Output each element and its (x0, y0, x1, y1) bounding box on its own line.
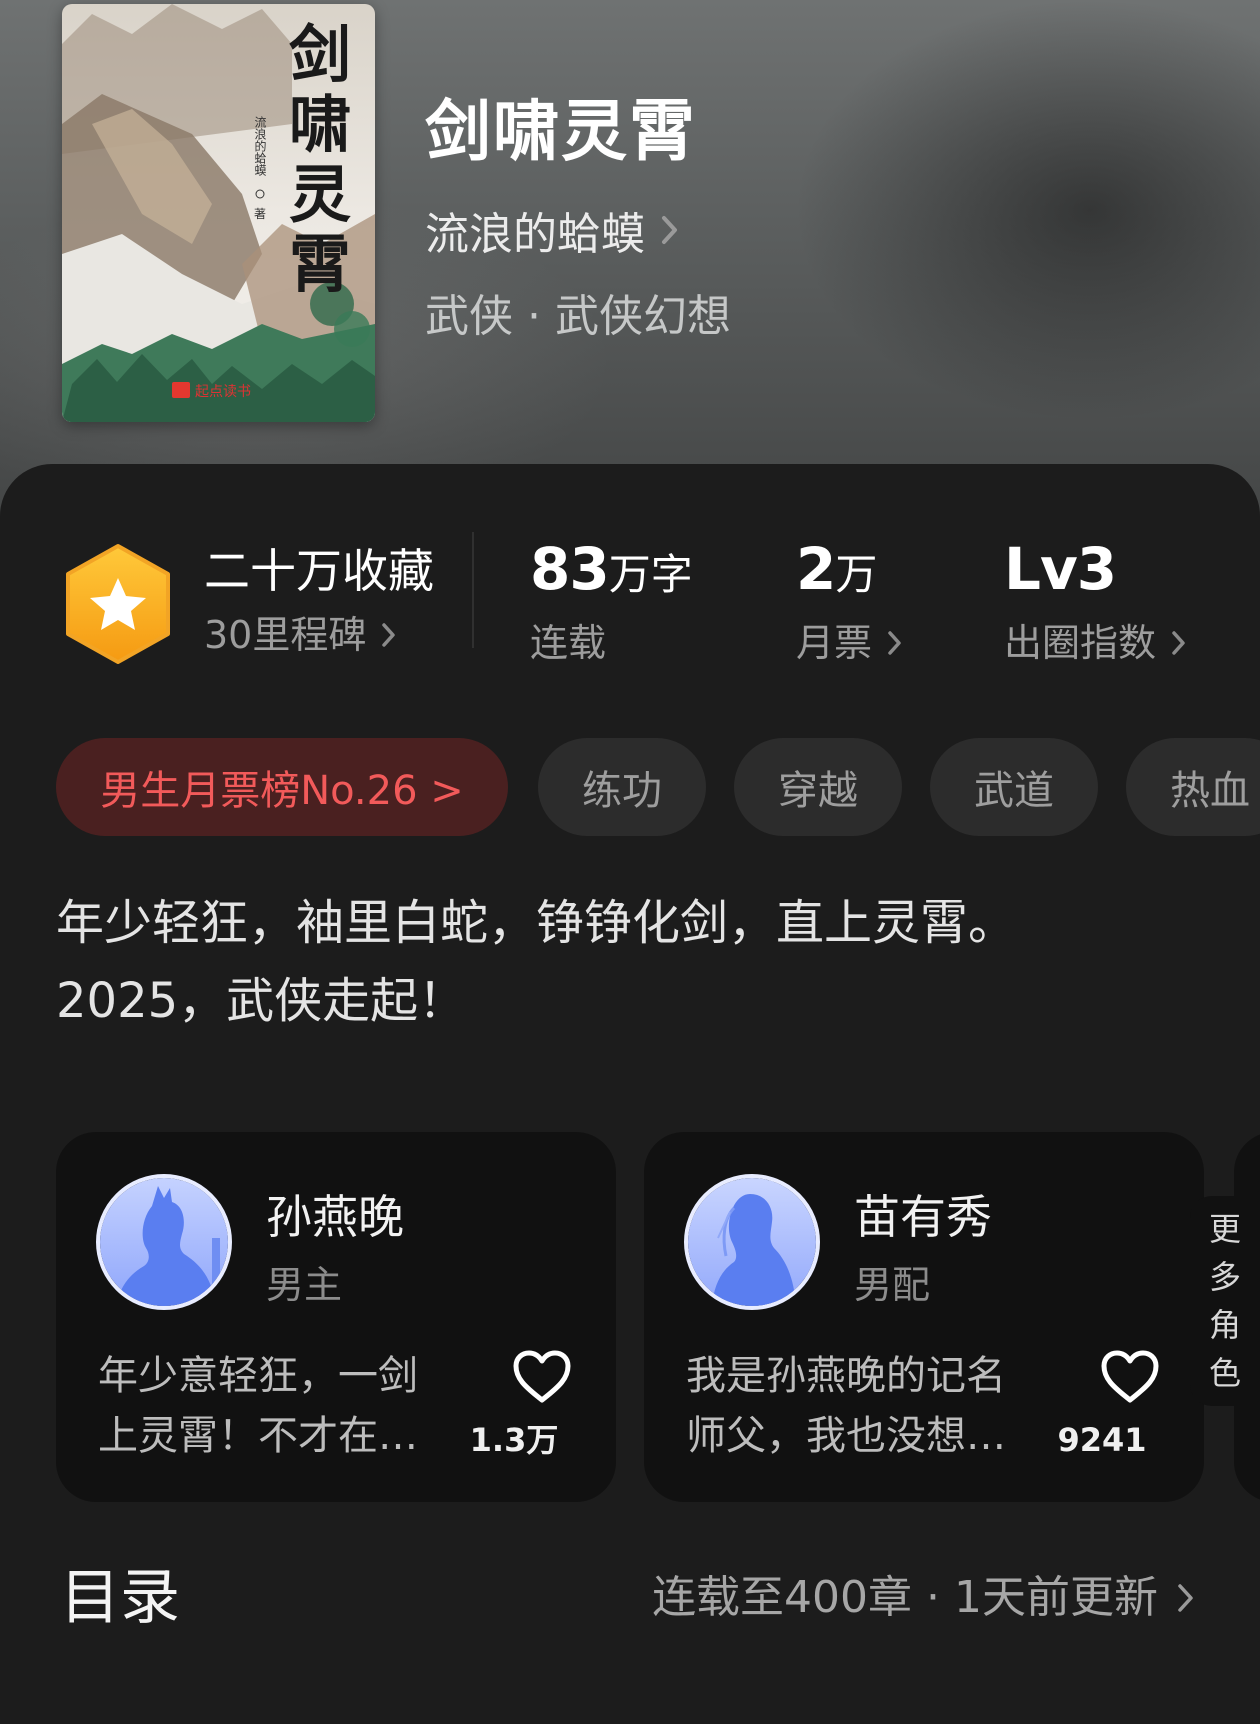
tag-chip[interactable]: 热血 (1126, 738, 1260, 836)
cover-title-char: 霄 (289, 228, 351, 301)
role-quote-line: 上灵霄！不才在… (98, 1413, 418, 1459)
heart-icon[interactable] (1098, 1348, 1162, 1406)
tag-row: 男生月票榜No.26 > 练功 穿越 武道 热血 (56, 738, 1260, 836)
toc-title: 目录 (60, 1563, 180, 1633)
circle-index-value: Lv3 (1004, 535, 1117, 603)
role-card[interactable]: 孙燕晚 男主 年少意轻狂，一剑 上灵霄！不才在… 1.3万 (56, 1132, 616, 1502)
chevron-right-icon (382, 623, 396, 647)
monthly-ticket-stat[interactable]: 2万 月票 (796, 540, 904, 662)
more-roles-char: 色 (1208, 1354, 1241, 1392)
monthly-ticket-unit: 万 (835, 550, 878, 599)
monthly-ticket-label: 月票 (796, 621, 873, 665)
circle-index-label: 出圈指数 (1004, 621, 1157, 665)
circle-index-stat[interactable]: Lv3 出圈指数 (1004, 540, 1188, 662)
chevron-right-icon (888, 631, 901, 655)
like-count: 1.3万 (469, 1421, 559, 1459)
cover-publisher: 起点读书 (195, 383, 251, 400)
cover-title-char: 灵 (289, 158, 351, 231)
star-hexagon-icon (66, 544, 170, 664)
role-type: 男主 (266, 1263, 343, 1307)
description-line: 2025，武侠走起！ (56, 973, 467, 1029)
toc-link[interactable]: 连载至400章 · 1天前更新 (652, 1576, 1196, 1620)
description-line: 年少轻狂，袖里白蛇，铮铮化剑，直上灵霄。 (56, 895, 1017, 951)
more-roles-char: 角 (1208, 1306, 1241, 1344)
stats-divider (472, 532, 474, 648)
character-silhouette-icon (688, 1178, 816, 1306)
role-quote: 我是孙燕晚的记名 师父，我也没想… (686, 1346, 1031, 1466)
tag-chip[interactable]: 穿越 (734, 738, 902, 836)
genre-label[interactable]: 武侠 · 武侠幻想 (425, 280, 731, 344)
cover-art: 剑 啸 灵 霄 流浪的蛤蟆 著 起点读书 (62, 4, 375, 422)
book-description[interactable]: 年少轻狂，袖里白蛇，铮铮化剑，直上灵霄。 2025，武侠走起！ (56, 884, 1216, 1040)
chevron-right-icon (1178, 1584, 1193, 1612)
tag-chip[interactable]: 练功 (538, 738, 706, 836)
cover-title-char: 剑 (289, 18, 351, 91)
author-link[interactable]: 流浪的蛤蟆 (425, 198, 681, 262)
monthly-ticket-value: 2 (796, 535, 836, 603)
character-silhouette-icon (100, 1178, 228, 1306)
milestone-title: 二十万收藏 (204, 544, 434, 598)
avatar (96, 1174, 232, 1310)
tag-chip[interactable]: 武道 (930, 738, 1098, 836)
word-count-stat: 83万字 连载 (530, 540, 693, 662)
more-roles-char: 多 (1208, 1258, 1241, 1296)
word-count-value: 83 (530, 535, 610, 603)
avatar (684, 1174, 820, 1310)
like-count: 9241 (1057, 1421, 1147, 1459)
cover-author-suffix: 著 (254, 207, 266, 221)
word-count-label: 连载 (530, 621, 607, 665)
role-quote-line: 年少意轻狂，一剑 (98, 1353, 418, 1399)
word-count-unit: 万字 (608, 550, 693, 599)
role-card[interactable]: 苗有秀 男配 我是孙燕晚的记名 师父，我也没想… 9241 (644, 1132, 1204, 1502)
toc-status: 连载至400章 · 1天前更新 (652, 1572, 1158, 1623)
more-roles-button[interactable]: 更 多 角 色 (1190, 1196, 1260, 1406)
milestone-sub-label: 30里程碑 (204, 613, 367, 657)
role-quote: 年少意轻狂，一剑 上灵霄！不才在… (98, 1346, 443, 1466)
chevron-right-icon (1172, 631, 1185, 655)
book-title: 剑啸灵霄 (425, 92, 697, 170)
role-type: 男配 (854, 1263, 931, 1307)
role-quote-line: 我是孙燕晚的记名 (686, 1353, 1006, 1399)
book-cover[interactable]: 剑 啸 灵 霄 流浪的蛤蟆 著 起点读书 (62, 4, 375, 422)
role-quote-line: 师父，我也没想… (686, 1413, 1006, 1459)
rank-chip[interactable]: 男生月票榜No.26 > (56, 738, 508, 836)
more-roles-char: 更 (1208, 1210, 1241, 1248)
heart-icon[interactable] (510, 1348, 574, 1406)
chevron-right-icon (662, 216, 677, 244)
cover-title-char: 啸 (289, 88, 351, 161)
role-name: 苗有秀 (854, 1190, 992, 1244)
milestone-stat[interactable]: 二十万收藏 30里程碑 (204, 548, 434, 654)
cover-author: 流浪的蛤蟆 (253, 116, 267, 176)
role-name: 孙燕晚 (266, 1190, 404, 1244)
author-name: 流浪的蛤蟆 (425, 209, 645, 260)
milestone-sub: 30里程碑 (204, 616, 434, 654)
